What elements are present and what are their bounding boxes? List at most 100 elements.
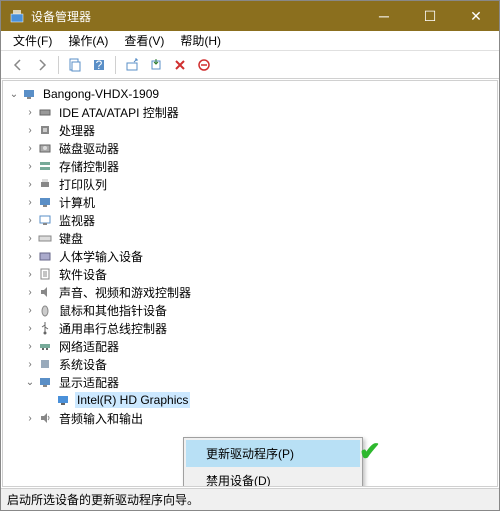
status-text: 启动所选设备的更新驱动程序向导。 <box>7 491 199 508</box>
close-button[interactable]: ✕ <box>453 1 499 31</box>
scan-icon[interactable] <box>121 54 143 76</box>
tree-category[interactable]: › 通用串行总线控制器 <box>5 319 495 337</box>
properties-icon[interactable] <box>64 54 86 76</box>
menu-help[interactable]: 帮助(H) <box>172 30 229 51</box>
ctx-update-driver[interactable]: 更新驱动程序(P) <box>186 440 360 467</box>
toolbar: ? <box>1 51 499 79</box>
expand-icon[interactable]: › <box>23 195 37 209</box>
tree-category[interactable]: › 监视器 <box>5 211 495 229</box>
tree-item-label: 人体学输入设备 <box>57 247 145 266</box>
gpu-icon <box>55 392 71 408</box>
hid-icon <box>37 248 53 264</box>
tree-category[interactable]: › 鼠标和其他指针设备 <box>5 301 495 319</box>
tree-item-label: 软件设备 <box>57 265 109 284</box>
tree-category[interactable]: › 磁盘驱动器 <box>5 139 495 157</box>
tree-category[interactable]: › IDE ATA/ATAPI 控制器 <box>5 103 495 121</box>
expand-icon[interactable]: › <box>23 249 37 263</box>
nav-back-icon[interactable] <box>7 54 29 76</box>
tree-item-label: 通用串行总线控制器 <box>57 319 169 338</box>
window-title: 设备管理器 <box>31 8 361 25</box>
computer-icon <box>21 86 37 102</box>
computer-icon <box>37 194 53 210</box>
tree-item-label: 系统设备 <box>57 355 109 374</box>
ide-icon <box>37 104 53 120</box>
expand-icon[interactable]: › <box>23 141 37 155</box>
tree-item-label: IDE ATA/ATAPI 控制器 <box>57 103 181 122</box>
tree-item-label: 网络适配器 <box>57 337 121 356</box>
expand-icon[interactable]: › <box>23 321 37 335</box>
tree-item-label: 显示适配器 <box>57 373 121 392</box>
app-icon <box>9 8 25 24</box>
expand-icon[interactable]: › <box>23 357 37 371</box>
tree-category[interactable]: ›处理器 <box>5 121 495 139</box>
tree-category[interactable]: › 人体学输入设备 <box>5 247 495 265</box>
expand-icon[interactable]: › <box>23 303 37 317</box>
expand-icon[interactable]: › <box>23 159 37 173</box>
menu-view[interactable]: 查看(V) <box>116 30 172 51</box>
tree-item-label: 计算机 <box>57 193 97 212</box>
tree-item-label: 监视器 <box>57 211 97 230</box>
update-icon[interactable] <box>145 54 167 76</box>
expand-icon[interactable]: › <box>23 213 37 227</box>
separator <box>58 56 59 74</box>
tree-category[interactable]: › 软件设备 <box>5 265 495 283</box>
cpu-icon <box>37 122 53 138</box>
svg-text:?: ? <box>96 58 103 72</box>
maximize-button[interactable]: ☐ <box>407 1 453 31</box>
tree-item-label: 鼠标和其他指针设备 <box>57 301 169 320</box>
tree-item-label: Intel(R) HD Graphics <box>75 392 190 408</box>
mouse-icon <box>37 302 53 318</box>
tree-category[interactable]: › 声音、视频和游戏控制器 <box>5 283 495 301</box>
uninstall-icon[interactable] <box>193 54 215 76</box>
tree-category[interactable]: › 音频输入和输出 <box>5 409 495 427</box>
expand-icon[interactable]: › <box>23 267 37 281</box>
tree-root[interactable]: ⌄ Bangong-VHDX-1909 <box>5 85 495 103</box>
tree-category[interactable]: ⌄ 显示适配器 <box>5 373 495 391</box>
help-icon[interactable]: ? <box>88 54 110 76</box>
nav-forward-icon[interactable] <box>31 54 53 76</box>
usb-icon <box>37 320 53 336</box>
separator <box>115 56 116 74</box>
tree-category[interactable]: › 键盘 <box>5 229 495 247</box>
expand-icon[interactable]: › <box>23 285 37 299</box>
tree-category[interactable]: › 系统设备 <box>5 355 495 373</box>
device-tree[interactable]: ⌄ Bangong-VHDX-1909 › IDE ATA/ATAPI 控制器›处理器… <box>2 80 498 487</box>
tree-item-label: 键盘 <box>57 229 85 248</box>
tree-category[interactable]: › 计算机 <box>5 193 495 211</box>
collapse-icon[interactable]: ⌄ <box>7 87 21 101</box>
network-icon <box>37 338 53 354</box>
system-icon <box>37 356 53 372</box>
tree-category[interactable]: › 网络适配器 <box>5 337 495 355</box>
menu-action[interactable]: 操作(A) <box>60 30 116 51</box>
disable-icon[interactable] <box>169 54 191 76</box>
menu-file[interactable]: 文件(F) <box>5 30 60 51</box>
expand-icon[interactable]: › <box>23 105 37 119</box>
spacer <box>41 393 55 407</box>
titlebar: 设备管理器 ─ ☐ ✕ <box>1 1 499 31</box>
audio-icon <box>37 410 53 426</box>
expand-icon[interactable]: › <box>23 123 37 137</box>
tree-item-label: 磁盘驱动器 <box>57 139 121 158</box>
tree-item-label: 打印队列 <box>57 175 109 194</box>
expand-icon[interactable]: › <box>23 231 37 245</box>
keyboard-icon <box>37 230 53 246</box>
menubar: 文件(F) 操作(A) 查看(V) 帮助(H) <box>1 31 499 51</box>
tree-leaf[interactable]: Intel(R) HD Graphics <box>5 391 495 409</box>
disk-icon <box>37 140 53 156</box>
tree-category[interactable]: › 打印队列 <box>5 175 495 193</box>
tree-item-label: 声音、视频和游戏控制器 <box>57 283 193 302</box>
sound-icon <box>37 284 53 300</box>
tree-category[interactable]: ›存储控制器 <box>5 157 495 175</box>
ctx-disable-device[interactable]: 禁用设备(D) <box>186 467 360 487</box>
display-icon <box>37 374 53 390</box>
collapse-icon[interactable]: ⌄ <box>23 375 37 389</box>
tree-item-label: Bangong-VHDX-1909 <box>41 86 161 102</box>
expand-icon[interactable]: › <box>23 339 37 353</box>
statusbar: 启动所选设备的更新驱动程序向导。 <box>1 488 499 510</box>
tree-item-label: 音频输入和输出 <box>57 409 145 428</box>
expand-icon[interactable]: › <box>23 411 37 425</box>
expand-icon[interactable]: › <box>23 177 37 191</box>
window-controls: ─ ☐ ✕ <box>361 1 499 31</box>
minimize-button[interactable]: ─ <box>361 1 407 31</box>
context-menu: 更新驱动程序(P) 禁用设备(D) 卸载设备(U) 扫描检测硬件改动(A) 属性… <box>183 437 363 487</box>
